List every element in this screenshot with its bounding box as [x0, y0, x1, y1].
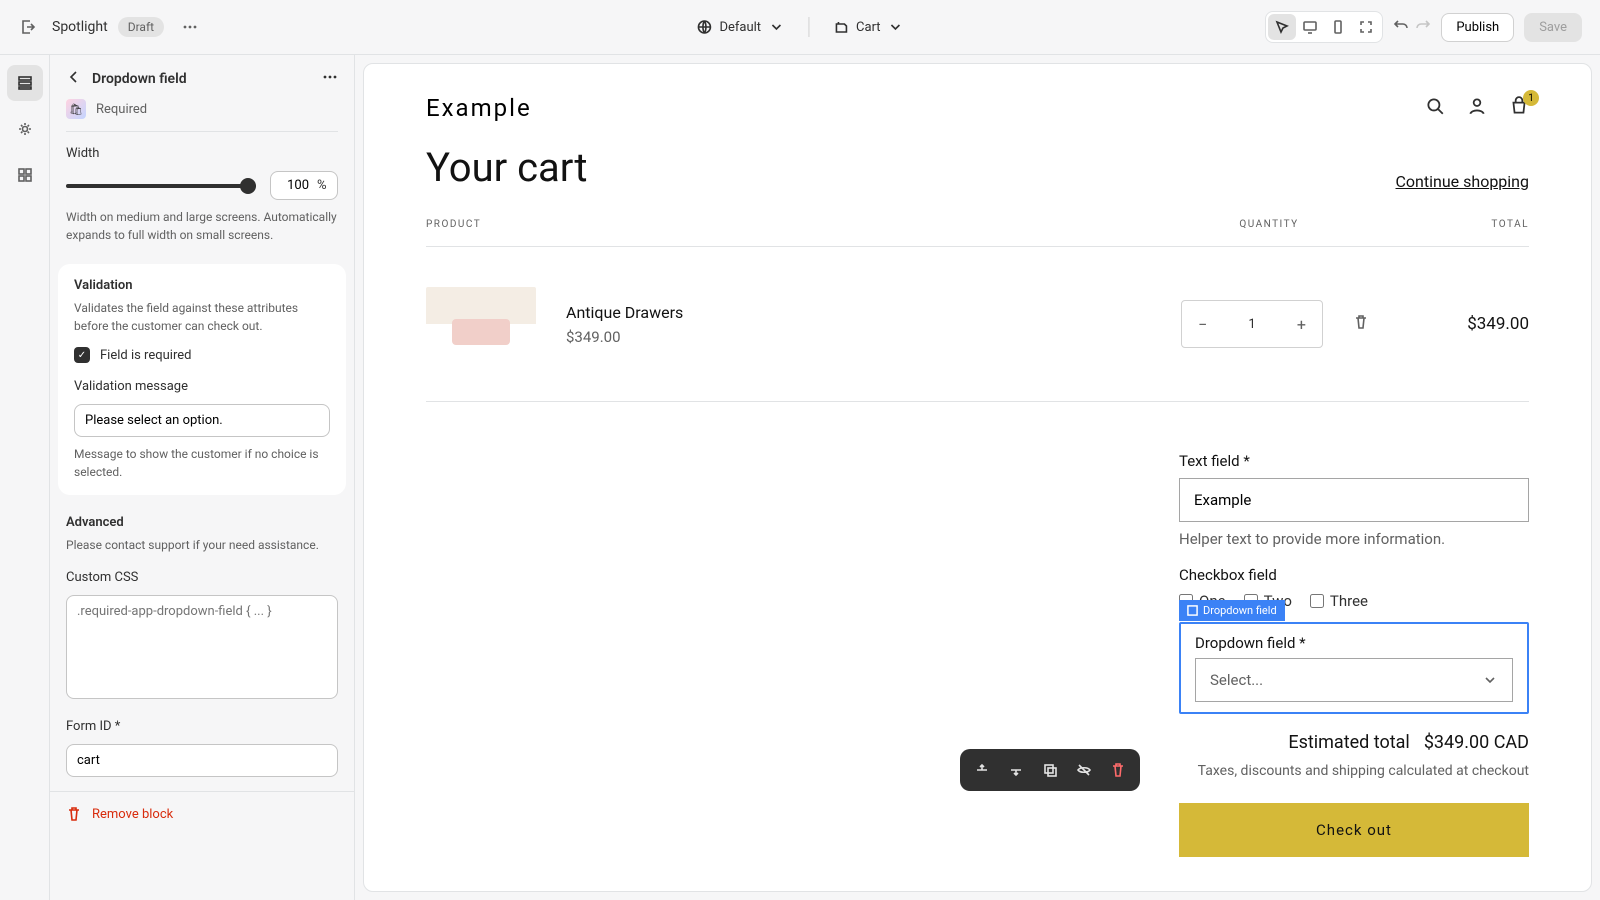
qty-decrease-button[interactable]: − — [1198, 315, 1207, 334]
inspector-icon[interactable] — [1268, 14, 1296, 40]
dropdown-field-selected[interactable]: Dropdown field Dropdown field * Select..… — [1179, 622, 1529, 714]
top-center: Default Cart — [686, 13, 913, 41]
cart-icon[interactable]: 1 — [1509, 96, 1529, 120]
back-icon[interactable] — [66, 69, 82, 89]
continue-shopping-link[interactable]: Continue shopping — [1396, 172, 1529, 191]
product-image[interactable] — [426, 287, 536, 361]
preview-frame: Example 1 Your cart Continue shopping PR… — [363, 63, 1592, 892]
validation-msg-help: Message to show the customer if no choic… — [74, 445, 330, 481]
account-icon[interactable] — [1467, 96, 1487, 120]
floating-toolbar — [960, 749, 1140, 791]
theme-name: Spotlight — [52, 19, 108, 35]
publish-button[interactable]: Publish — [1441, 13, 1514, 42]
page-label: Cart — [856, 20, 881, 35]
sidebar: Dropdown field 🛍 Required Width % Width … — [50, 55, 355, 900]
search-icon[interactable] — [1425, 96, 1445, 120]
validation-desc: Validates the field against these attrib… — [74, 299, 330, 335]
app-icon: 🛍 — [66, 99, 86, 119]
delete-icon[interactable] — [1102, 755, 1134, 785]
cart-title: Your cart — [426, 144, 1529, 191]
remove-block-button[interactable]: Remove block — [50, 791, 354, 836]
remove-item-icon[interactable] — [1353, 314, 1369, 334]
validation-msg-label: Validation message — [74, 379, 330, 394]
save-button: Save — [1524, 13, 1582, 42]
app-name[interactable]: Required — [96, 102, 147, 117]
checkout-button[interactable]: Check out — [1179, 803, 1529, 857]
undo-icon[interactable] — [1393, 17, 1409, 37]
required-label: Field is required — [100, 348, 191, 363]
dropdown-label: Dropdown field * — [1195, 634, 1513, 652]
cart-badge: 1 — [1523, 90, 1539, 106]
custom-css-input[interactable] — [66, 595, 338, 699]
qty-increase-button[interactable]: + — [1297, 315, 1306, 334]
redo-icon — [1415, 17, 1431, 37]
store-name[interactable]: Example — [426, 94, 532, 122]
product-name[interactable]: Antique Drawers — [566, 303, 1181, 322]
text-field-label: Text field * — [1179, 452, 1529, 470]
css-label: Custom CSS — [66, 570, 338, 585]
undo-redo — [1393, 17, 1431, 37]
text-field-input[interactable] — [1179, 478, 1529, 522]
advanced-desc: Please contact support if your need assi… — [66, 536, 338, 554]
checkbox-three[interactable]: Three — [1310, 592, 1368, 610]
validation-title: Validation — [74, 278, 330, 293]
col-product: PRODUCT — [426, 219, 1169, 230]
preview-area: Example 1 Your cart Continue shopping PR… — [355, 55, 1600, 900]
top-right: Publish Save — [1265, 11, 1582, 43]
advanced-title: Advanced — [66, 515, 338, 530]
tax-note: Taxes, discounts and shipping calculated… — [1179, 763, 1529, 779]
apps-icon[interactable] — [7, 157, 43, 193]
top-bar: Spotlight Draft Default Cart Publish Sav… — [0, 0, 1600, 55]
checkbox-field-label: Checkbox field — [1179, 566, 1529, 584]
block-tag: Dropdown field — [1179, 600, 1285, 621]
required-checkbox[interactable]: ✓ — [74, 347, 90, 363]
remove-label: Remove block — [92, 807, 173, 822]
qty-value: 1 — [1248, 317, 1255, 332]
locale-selector[interactable]: Default — [686, 13, 794, 41]
validation-msg-input[interactable] — [74, 404, 330, 437]
estimated-total: Estimated total$349.00 CAD — [1179, 732, 1529, 753]
width-slider[interactable] — [66, 176, 256, 196]
validation-card: Validation Validates the field against t… — [58, 264, 346, 495]
quantity-stepper: − 1 + — [1181, 300, 1323, 348]
divider — [808, 17, 809, 37]
text-field-helper: Helper text to provide more information. — [1179, 530, 1529, 548]
draft-badge: Draft — [118, 17, 164, 37]
move-up-icon[interactable] — [966, 755, 998, 785]
more-icon[interactable] — [178, 15, 202, 39]
fullscreen-icon[interactable] — [1352, 14, 1380, 40]
width-input[interactable]: % — [270, 171, 338, 200]
mobile-icon[interactable] — [1324, 14, 1352, 40]
product-price: $349.00 — [566, 328, 1181, 346]
exit-icon[interactable] — [18, 17, 38, 37]
page-selector[interactable]: Cart — [823, 13, 914, 41]
sidebar-title: Dropdown field — [92, 71, 312, 87]
locale-label: Default — [719, 20, 761, 35]
dropdown-select[interactable]: Select... — [1195, 658, 1513, 702]
form-id-input[interactable] — [66, 744, 338, 777]
device-group — [1265, 11, 1383, 43]
move-down-icon[interactable] — [1000, 755, 1032, 785]
form-id-label: Form ID * — [66, 719, 338, 734]
settings-icon[interactable] — [7, 111, 43, 147]
rail-bar — [0, 55, 50, 900]
sidebar-more-icon[interactable] — [322, 69, 338, 89]
col-quantity: QUANTITY — [1169, 219, 1369, 230]
duplicate-icon[interactable] — [1034, 755, 1066, 785]
width-unit: % — [317, 178, 327, 193]
width-help: Width on medium and large screens. Autom… — [66, 208, 338, 244]
col-total: TOTAL — [1369, 219, 1529, 230]
line-total: $349.00 — [1369, 314, 1529, 334]
width-label: Width — [66, 146, 338, 161]
desktop-icon[interactable] — [1296, 14, 1324, 40]
sections-icon[interactable] — [7, 65, 43, 101]
cart-item-row: Antique Drawers $349.00 − 1 + $349.00 — [426, 247, 1529, 402]
hide-icon[interactable] — [1068, 755, 1100, 785]
